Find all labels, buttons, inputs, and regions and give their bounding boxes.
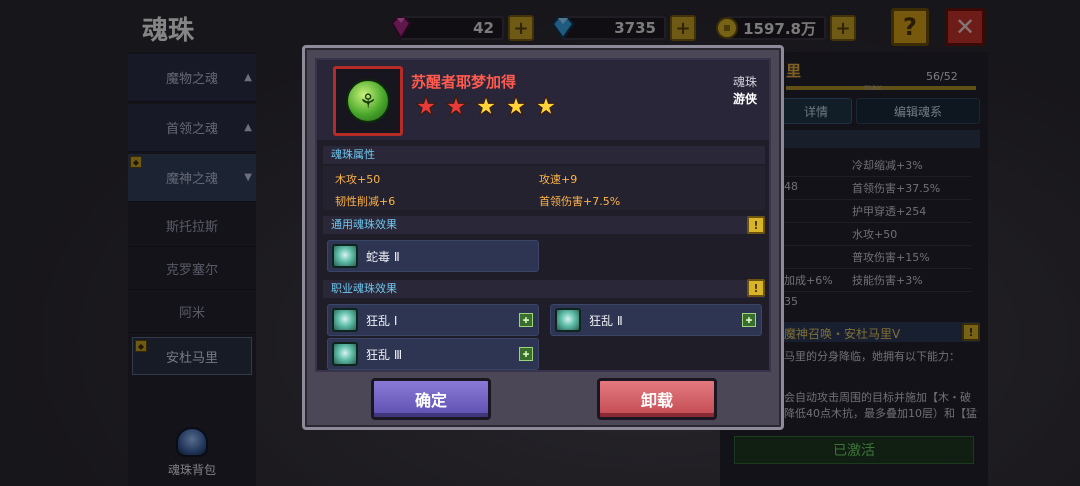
effect-label: 狂乱 Ⅱ — [589, 313, 623, 328]
star-icon: ★ — [534, 92, 558, 122]
job-effect-frenzy-2[interactable]: 狂乱 Ⅱ ✚ — [550, 304, 762, 336]
active-badge-icon: ✚ — [742, 313, 756, 327]
common-effect-snake-venom[interactable]: 蛇毒 Ⅱ — [327, 240, 539, 272]
common-effect-info-button[interactable]: ! — [747, 216, 765, 234]
unload-button[interactable]: 卸载 — [597, 378, 717, 420]
effect-label: 狂乱 Ⅲ — [366, 347, 403, 362]
common-effect-title: 通用魂珠效果 — [323, 216, 765, 234]
job-effect-frenzy-3[interactable]: 狂乱 Ⅲ ✚ — [327, 338, 539, 370]
effect-label: 狂乱 Ⅰ — [366, 313, 398, 328]
soul-orb-modal: ⚘ 苏醒者耶梦加得 ★ ★ ★ ★ ★ 魂珠 游侠 魂珠属性 木攻+50 攻速+… — [302, 45, 784, 430]
soul-class-label: 游侠 — [732, 92, 757, 106]
soul-header: ⚘ 苏醒者耶梦加得 ★ ★ ★ ★ ★ 魂珠 游侠 — [317, 60, 769, 140]
soul-orb-icon: ⚘ — [346, 79, 390, 123]
modal-content: ⚘ 苏醒者耶梦加得 ★ ★ ★ ★ ★ 魂珠 游侠 魂珠属性 木攻+50 攻速+… — [315, 58, 771, 372]
effect-icon — [332, 308, 358, 332]
attr-toughness-reduction: 韧性削减+6 — [335, 195, 396, 208]
active-badge-icon: ✚ — [519, 313, 533, 327]
attr-wood-attack: 木攻+50 — [335, 173, 381, 186]
job-effect-frenzy-1[interactable]: 狂乱 Ⅰ ✚ — [327, 304, 539, 336]
job-effect-info-button[interactable]: ! — [747, 279, 765, 297]
effect-label: 蛇毒 Ⅱ — [366, 249, 400, 264]
star-rating: ★ ★ ★ ★ ★ — [413, 92, 559, 122]
job-effect-title: 职业魂珠效果 — [323, 280, 765, 298]
star-icon: ★ — [444, 92, 468, 122]
attr-boss-damage: 首领伤害+7.5% — [539, 195, 621, 208]
soul-icon-frame: ⚘ — [333, 66, 403, 136]
confirm-button[interactable]: 确定 — [371, 378, 491, 420]
effect-icon — [332, 342, 358, 366]
soul-name: 苏醒者耶梦加得 — [411, 73, 517, 91]
effect-icon — [332, 244, 358, 268]
star-icon: ★ — [504, 92, 528, 122]
star-icon: ★ — [414, 92, 438, 122]
active-badge-icon: ✚ — [519, 347, 533, 361]
attr-section-title: 魂珠属性 — [323, 146, 765, 164]
star-icon: ★ — [474, 92, 498, 122]
soul-type-label: 魂珠 — [732, 75, 757, 89]
attr-attack-speed: 攻速+9 — [539, 173, 578, 186]
effect-icon — [555, 308, 581, 332]
